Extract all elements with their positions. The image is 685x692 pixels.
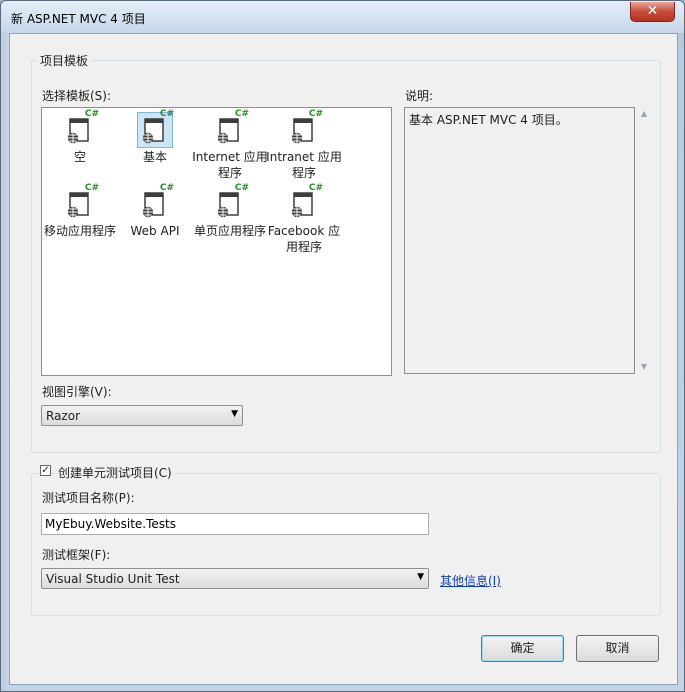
- csharp-badge: C#: [159, 183, 174, 193]
- template-label: Intranet 应用程序: [266, 150, 342, 180]
- view-engine-label: 视图引擎(V):: [42, 385, 112, 399]
- web-project-csharp-icon: C#: [138, 183, 174, 221]
- csharp-badge: C#: [234, 183, 249, 193]
- csharp-badge: C#: [159, 109, 174, 119]
- project-template-group-title: 项目模板: [37, 52, 92, 69]
- web-project-csharp-icon: C#: [137, 109, 174, 148]
- more-info-link[interactable]: 其他信息(I): [440, 572, 501, 589]
- test-project-name-value: MyEbuy.Website.Tests: [45, 517, 176, 531]
- checkmark-icon: ✓: [41, 465, 50, 476]
- description-text: 基本 ASP.NET MVC 4 项目。: [409, 113, 568, 127]
- web-project-csharp-icon: C#: [287, 109, 323, 147]
- template-item[interactable]: C# 移动应用程序: [42, 183, 118, 239]
- template-label: Web API: [130, 224, 180, 238]
- dialog-window: 新 ASP.NET MVC 4 项目 ✕ 项目模板 选择模板(S): 说明: C…: [0, 0, 685, 692]
- template-label: Internet 应用程序: [192, 150, 268, 180]
- template-item[interactable]: C# Web API: [117, 183, 193, 239]
- description-box: 基本 ASP.NET MVC 4 项目。: [404, 107, 635, 374]
- web-project-csharp-icon: C#: [213, 183, 249, 221]
- title-bar[interactable]: 新 ASP.NET MVC 4 项目 ✕: [1, 1, 684, 33]
- web-project-csharp-icon: C#: [287, 183, 323, 221]
- description-scrollbar[interactable]: ▲ ▼: [640, 109, 652, 374]
- create-unit-test-checkbox[interactable]: ✓: [40, 465, 51, 476]
- select-template-label: 选择模板(S):: [42, 89, 112, 103]
- scroll-up-arrow-icon[interactable]: ▲: [641, 109, 647, 118]
- web-project-csharp-icon: C#: [63, 109, 99, 147]
- test-framework-value: Visual Studio Unit Test: [46, 572, 180, 586]
- chevron-down-icon: ▼: [231, 409, 238, 419]
- test-framework-label: 测试框架(F):: [42, 548, 111, 562]
- template-item[interactable]: C# Intranet 应用程序: [266, 109, 342, 181]
- template-label: Facebook 应用程序: [267, 224, 341, 254]
- template-item[interactable]: C# 空: [42, 109, 118, 165]
- template-item[interactable]: C# 单页应用程序: [192, 183, 268, 239]
- test-project-name-label: 测试项目名称(P):: [42, 491, 135, 505]
- view-engine-value: Razor: [46, 409, 81, 423]
- web-project-csharp-icon: C#: [213, 109, 249, 147]
- template-label: 移动应用程序: [43, 224, 116, 238]
- csharp-badge: C#: [308, 109, 323, 119]
- window-frame-left: [1, 33, 9, 691]
- template-item[interactable]: C# 基本: [117, 109, 193, 165]
- create-unit-test-label[interactable]: 创建单元测试项目(C): [58, 464, 175, 481]
- template-list[interactable]: C# 空 C# 基本 C# Internet 应用程序 C# Intranet 应用程序 C# 移…: [41, 107, 392, 376]
- test-project-name-input[interactable]: MyEbuy.Website.Tests: [41, 513, 429, 535]
- test-framework-select[interactable]: Visual Studio Unit Test ▼: [41, 568, 429, 589]
- cancel-button[interactable]: 取消: [576, 635, 659, 662]
- close-icon: ✕: [646, 3, 659, 19]
- dialog-client-area: 项目模板 选择模板(S): 说明: C# 空 C# 基本 C# Internet 应用程序…: [9, 33, 678, 685]
- csharp-badge: C#: [234, 109, 249, 119]
- csharp-badge: C#: [84, 183, 99, 193]
- csharp-badge: C#: [308, 183, 323, 193]
- template-label: 基本: [142, 150, 167, 164]
- csharp-badge: C#: [84, 109, 99, 119]
- template-label: 单页应用程序: [193, 224, 266, 238]
- ok-button[interactable]: 确定: [481, 635, 564, 662]
- view-engine-select[interactable]: Razor ▼: [41, 405, 243, 426]
- window-title: 新 ASP.NET MVC 4 项目: [11, 12, 146, 26]
- scroll-down-arrow-icon[interactable]: ▼: [641, 362, 647, 371]
- template-item[interactable]: C# Internet 应用程序: [192, 109, 268, 181]
- template-label: 空: [73, 150, 86, 164]
- chevron-down-icon: ▼: [417, 572, 424, 582]
- web-project-csharp-icon: C#: [63, 183, 99, 221]
- description-label: 说明:: [405, 89, 434, 103]
- template-item[interactable]: C# Facebook 应用程序: [266, 183, 342, 255]
- close-button[interactable]: ✕: [630, 2, 675, 22]
